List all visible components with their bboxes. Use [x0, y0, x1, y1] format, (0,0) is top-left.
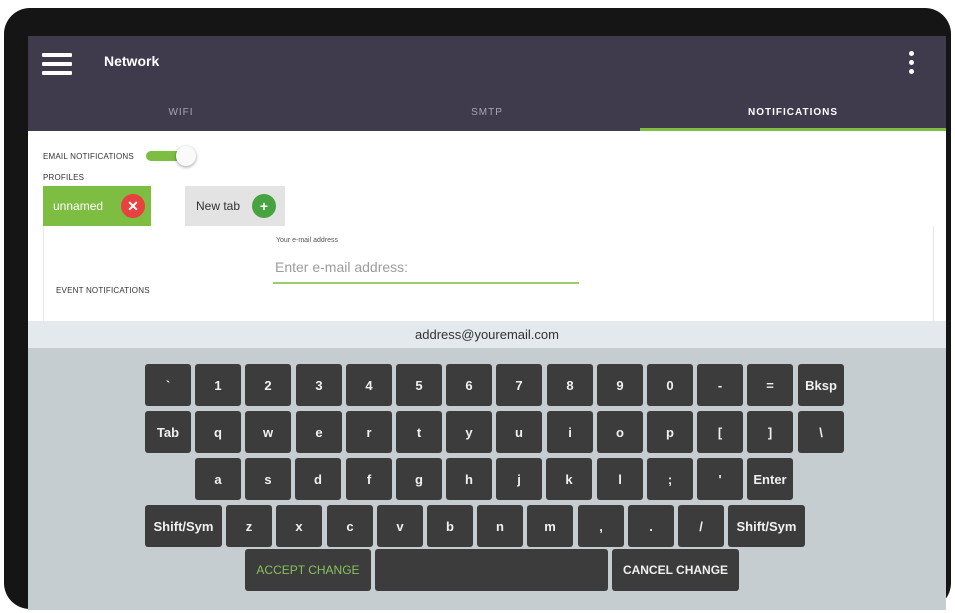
email-notifications-label: EMAIL NOTIFICATIONS	[43, 151, 134, 161]
key-c[interactable]: c	[327, 505, 373, 547]
key-enter[interactable]: Enter	[747, 458, 793, 500]
key-x[interactable]: x	[276, 505, 322, 547]
key-l[interactable]: l	[597, 458, 643, 500]
tablet-frame: Network WIFI SMTP NOTIFICATIONS EMAIL NO…	[4, 8, 951, 610]
key-1[interactable]: 1	[195, 364, 241, 406]
key-q[interactable]: q	[195, 411, 241, 453]
profile-tab-unnamed[interactable]: unnamed ✕	[43, 186, 151, 226]
key-tab[interactable]: Tab	[145, 411, 191, 453]
key-backslash[interactable]: \	[798, 411, 844, 453]
screen: Network WIFI SMTP NOTIFICATIONS EMAIL NO…	[28, 36, 946, 610]
close-icon[interactable]: ✕	[121, 194, 145, 218]
tab-bar: WIFI SMTP NOTIFICATIONS	[28, 98, 946, 131]
key-2[interactable]: 2	[245, 364, 291, 406]
key-j[interactable]: j	[496, 458, 542, 500]
hamburger-menu-icon[interactable]	[42, 53, 72, 75]
key-backtick[interactable]: `	[145, 364, 191, 406]
more-options-icon[interactable]	[907, 51, 915, 79]
key-o[interactable]: o	[597, 411, 643, 453]
key-e[interactable]: e	[296, 411, 342, 453]
key-3[interactable]: 3	[296, 364, 342, 406]
key-p[interactable]: p	[647, 411, 693, 453]
key-period[interactable]: .	[628, 505, 674, 547]
key-s[interactable]: s	[245, 458, 291, 500]
keyboard-preview: address@youremail.com	[28, 321, 946, 348]
toggle-knob	[175, 146, 196, 166]
profile-tab-label: unnamed	[53, 199, 104, 213]
key-9[interactable]: 9	[597, 364, 643, 406]
key-y[interactable]: y	[446, 411, 492, 453]
key-r[interactable]: r	[346, 411, 392, 453]
event-notifications-label: EVENT NOTIFICATIONS	[56, 286, 150, 295]
key-a[interactable]: a	[195, 458, 241, 500]
space-key[interactable]	[375, 549, 608, 591]
key-4[interactable]: 4	[346, 364, 392, 406]
key-shift-sym[interactable]: Shift/Sym	[728, 505, 805, 547]
key-b[interactable]: b	[427, 505, 473, 547]
tab-wifi[interactable]: WIFI	[28, 98, 334, 131]
key-g[interactable]: g	[396, 458, 442, 500]
key-equals[interactable]: =	[747, 364, 793, 406]
key-k[interactable]: k	[546, 458, 592, 500]
key-5[interactable]: 5	[396, 364, 442, 406]
key-slash[interactable]: /	[678, 505, 724, 547]
key-semicolon[interactable]: ;	[647, 458, 693, 500]
key-right-bracket[interactable]: ]	[747, 411, 793, 453]
key-f[interactable]: f	[346, 458, 392, 500]
key-6[interactable]: 6	[446, 364, 492, 406]
profiles-label: PROFILES	[43, 173, 85, 182]
app-title: Network	[104, 53, 160, 69]
key-h[interactable]: h	[446, 458, 492, 500]
key-shift-sym[interactable]: Shift/Sym	[145, 505, 222, 547]
email-notifications-toggle[interactable]	[145, 146, 196, 166]
on-screen-keyboard: ` 1 2 3 4 5 6 7 8 9 0- = Bksp Tab q w e r t y u i o p[] \ a s d f g h j…	[28, 348, 946, 610]
key-quote[interactable]: '	[697, 458, 743, 500]
key-m[interactable]: m	[527, 505, 573, 547]
cancel-change-button[interactable]: CANCEL CHANGE	[612, 549, 739, 591]
key-left-bracket[interactable]: [	[697, 411, 743, 453]
key-d[interactable]: d	[295, 458, 341, 500]
email-input[interactable]	[273, 252, 579, 284]
email-caption: Your e-mail address	[276, 237, 338, 244]
key-u[interactable]: u	[496, 411, 542, 453]
plus-icon[interactable]: +	[252, 194, 276, 218]
key-w[interactable]: w	[245, 411, 291, 453]
key-bksp[interactable]: Bksp	[798, 364, 844, 406]
key-7[interactable]: 7	[496, 364, 542, 406]
accept-change-button[interactable]: ACCEPT CHANGE	[245, 549, 371, 591]
new-profile-tab[interactable]: New tab +	[185, 186, 285, 226]
key-v[interactable]: v	[377, 505, 423, 547]
key-i[interactable]: i	[547, 411, 593, 453]
key-n[interactable]: n	[477, 505, 523, 547]
app-bar: Network WIFI SMTP NOTIFICATIONS	[28, 36, 946, 131]
key-8[interactable]: 8	[547, 364, 593, 406]
key-comma[interactable]: ,	[578, 505, 624, 547]
key-z[interactable]: z	[226, 505, 272, 547]
key-t[interactable]: t	[396, 411, 442, 453]
key-0[interactable]: 0	[647, 364, 693, 406]
email-notifications-row: EMAIL NOTIFICATIONS	[43, 146, 196, 166]
tab-smtp[interactable]: SMTP	[334, 98, 640, 131]
key-minus[interactable]: -	[697, 364, 743, 406]
new-tab-label: New tab	[196, 199, 241, 213]
tab-notifications[interactable]: NOTIFICATIONS	[640, 98, 946, 131]
